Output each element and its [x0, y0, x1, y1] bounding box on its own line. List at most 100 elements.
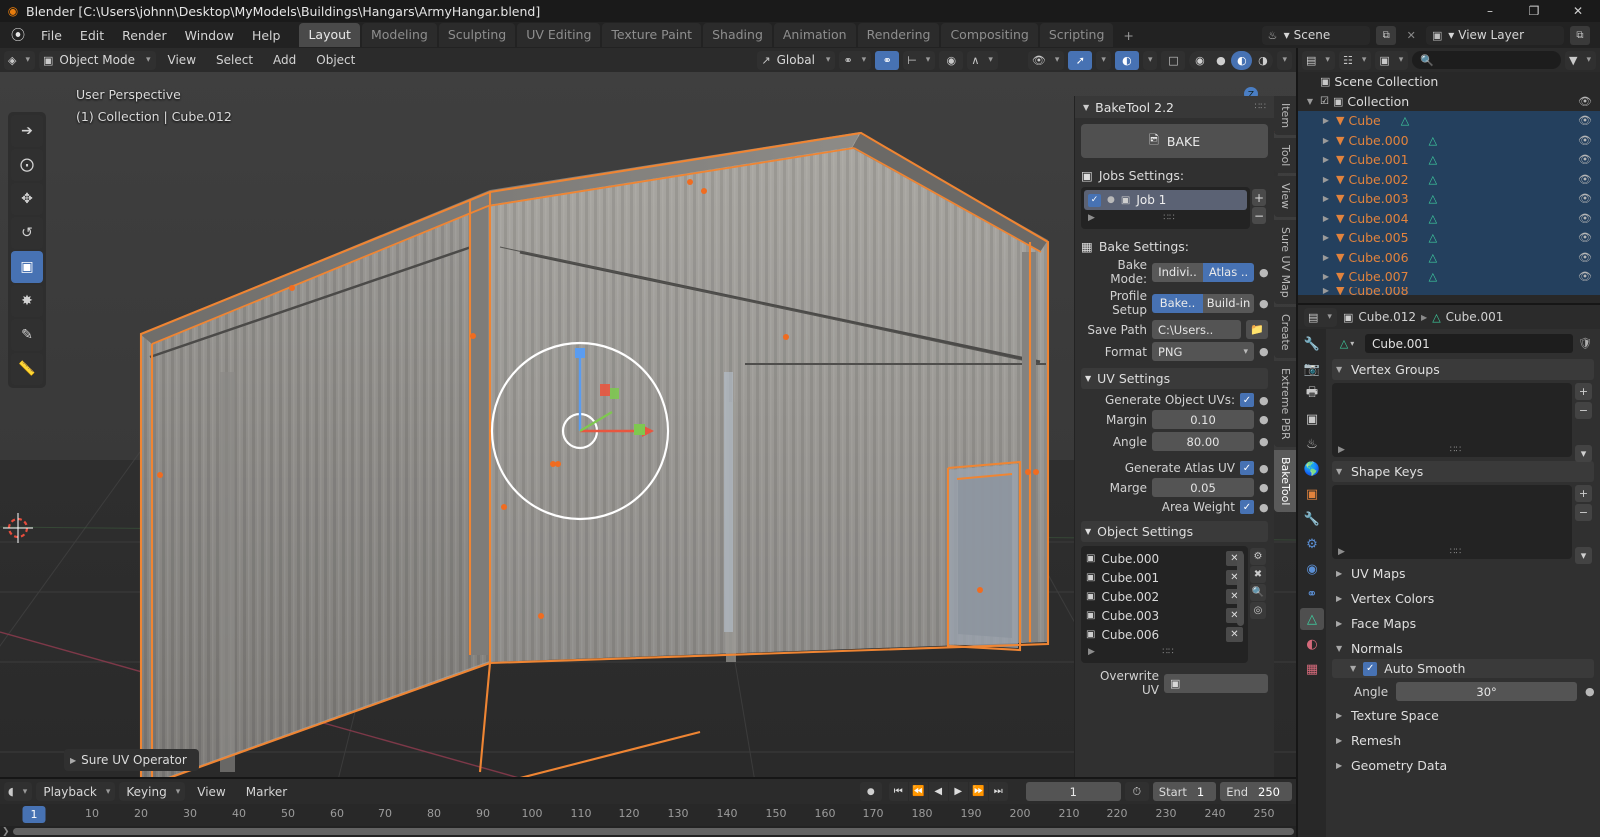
sidebar-tab-create[interactable]: Create	[1274, 307, 1296, 358]
select-from-scene-icon[interactable]: ◎	[1250, 602, 1266, 619]
snap-settings-selector[interactable]: ⊢ ▾	[903, 50, 936, 70]
bake-mode-toggle[interactable]: Indivi.. Atlas ..	[1152, 262, 1254, 282]
mesh-datablock-selector[interactable]: △ ▾	[1332, 334, 1362, 353]
sidebar-tab-item[interactable]: Item	[1274, 96, 1296, 136]
view-layer-properties-icon[interactable]: ▣	[1300, 408, 1324, 430]
menu-window[interactable]: Window	[176, 25, 243, 46]
section-face-maps[interactable]: ▶ Face Maps	[1332, 613, 1594, 634]
eye-icon[interactable]: 👁	[1578, 231, 1592, 244]
viewport-menu-object[interactable]: Object	[308, 51, 363, 69]
expand-arrow-icon[interactable]: ▶	[1088, 213, 1095, 223]
job-enabled-checkbox[interactable]: ✓	[1088, 193, 1101, 207]
annotate-tool-icon[interactable]: ✎	[11, 319, 43, 351]
outliner-editor-type-selector[interactable]: ▤ ▾	[1302, 50, 1335, 70]
section-normals[interactable]: ▼ Normals	[1332, 638, 1594, 659]
add-workspace-button[interactable]: +	[1115, 25, 1141, 46]
expand-arrow-icon[interactable]: ▶	[1320, 175, 1332, 184]
viewport-menu-select[interactable]: Select	[208, 51, 261, 69]
falloff-selector[interactable]: ∧ ▾	[967, 50, 998, 70]
eye-icon[interactable]: 👁	[1578, 212, 1592, 225]
animate-dot-icon[interactable]: ●	[1259, 266, 1269, 279]
play-icon[interactable]: ▶	[948, 782, 968, 801]
frame-start-field[interactable]: Start 1	[1152, 782, 1217, 801]
sidebar-tab-baketool[interactable]: BakeTool	[1274, 449, 1296, 512]
eye-icon[interactable]: 👁	[1578, 153, 1592, 166]
folder-browse-icon[interactable]: 📁	[1246, 320, 1268, 339]
tab-scripting[interactable]: Scripting	[1039, 23, 1114, 47]
triangle-down-icon[interactable]: ▼	[1304, 97, 1316, 106]
expand-arrow-icon[interactable]: ▶	[1338, 445, 1345, 455]
menu-file[interactable]: File	[32, 25, 71, 46]
expand-arrow-icon[interactable]: ▶	[1320, 136, 1332, 145]
animate-dot-icon[interactable]: ●	[1259, 413, 1269, 426]
object-list-scrollbar[interactable]	[1237, 552, 1244, 626]
auto-keying-icon[interactable]: ●	[859, 782, 882, 801]
object-settings-header[interactable]: ▼ Object Settings	[1081, 521, 1268, 542]
outliner-filter-selector[interactable]: ▼ ▾	[1565, 50, 1596, 70]
animate-dot-icon[interactable]: ●	[1259, 481, 1269, 494]
list-item[interactable]: ▣ Cube.006 ✕	[1084, 625, 1245, 644]
tweak-tool-icon[interactable]: ➔	[11, 115, 43, 147]
eye-icon[interactable]: 👁	[1578, 192, 1592, 205]
keying-menu[interactable]: Keying ▾	[119, 782, 186, 801]
clear-list-icon[interactable]: ✖	[1250, 566, 1266, 583]
scale-tool-icon[interactable]: ▣	[11, 251, 43, 283]
minimize-icon[interactable]: –	[1468, 0, 1512, 22]
timeline-ruler[interactable]: 1 10 20 30 40 50 60 70 80 90 100 110 120…	[0, 804, 1296, 826]
jobs-list-footer[interactable]: ▶ ∷∷	[1084, 210, 1247, 226]
visibility-selector[interactable]: 👁 ▾	[1027, 50, 1065, 70]
grip-icon[interactable]: ∷∷	[1450, 445, 1461, 455]
viewport-canvas[interactable]: User Perspective (1) Collection | Cube.0…	[0, 72, 1296, 777]
bake-mode-atlas[interactable]: Atlas ..	[1203, 262, 1254, 282]
constraint-properties-icon[interactable]: ⚭	[1300, 583, 1324, 605]
baketool-panel-header[interactable]: ▼ BakeTool 2.2 ∷∷	[1075, 96, 1274, 118]
outliner-item-cube-008[interactable]: ▶ ▼ Cube.008	[1298, 286, 1600, 295]
expand-arrow-icon[interactable]: ▶	[1320, 287, 1332, 295]
mesh-data-icon[interactable]: △	[1429, 173, 1437, 186]
material-preview-shading-icon[interactable]: ◐	[1231, 50, 1253, 70]
sidebar-tab-extreme-pbr[interactable]: Extreme PBR	[1274, 360, 1296, 447]
vertex-group-specials-icon[interactable]: ▾	[1575, 445, 1592, 462]
vertex-groups-list[interactable]: ▶ ∷∷	[1332, 383, 1572, 457]
eye-icon[interactable]: 👁	[1578, 134, 1592, 147]
snap-magnet-icon[interactable]: ⚭	[875, 50, 900, 70]
mesh-data-icon[interactable]: △	[1429, 231, 1437, 244]
animate-dot-icon[interactable]: ●	[1259, 297, 1269, 310]
expand-arrow-icon[interactable]: ▶	[1320, 194, 1332, 203]
render-properties-icon[interactable]: 📷	[1300, 358, 1324, 380]
shading-settings-selector[interactable]: ▾	[1277, 50, 1292, 70]
menu-render[interactable]: Render	[113, 25, 176, 46]
outliner-collection[interactable]: ▼ ☑ ▣ Collection 👁	[1298, 92, 1600, 112]
xray-toggle-icon[interactable]: □	[1161, 50, 1186, 70]
proportional-edit-icon[interactable]: ◉	[939, 50, 964, 70]
expand-arrow-icon[interactable]: ▶	[1320, 214, 1332, 223]
animate-dot-icon[interactable]: ●	[1259, 345, 1269, 358]
menu-help[interactable]: Help	[243, 25, 290, 46]
breadcrumb-object[interactable]: Cube.012	[1358, 310, 1416, 324]
unlink-scene-icon[interactable]: ✕	[1402, 26, 1420, 45]
eyedropper-icon[interactable]: ⚙	[1250, 548, 1266, 565]
marge-field[interactable]: 0.05	[1152, 478, 1254, 497]
tab-shading[interactable]: Shading	[703, 23, 772, 47]
add-job-button[interactable]: +	[1252, 189, 1266, 206]
bake-mode-individual[interactable]: Indivi..	[1152, 262, 1203, 282]
viewport-menu-view[interactable]: View	[160, 51, 204, 69]
generate-object-uvs-checkbox[interactable]: ✓	[1240, 393, 1254, 407]
shape-key-specials-icon[interactable]: ▾	[1575, 547, 1592, 564]
expand-arrow-icon[interactable]: ▶	[1088, 647, 1095, 657]
grip-icon[interactable]: ∷∷	[1450, 547, 1461, 557]
eye-icon[interactable]: 👁	[1578, 114, 1592, 127]
section-texture-space[interactable]: ▶ Texture Space	[1332, 705, 1594, 726]
eye-icon[interactable]: 👁	[1578, 95, 1592, 108]
scene-properties-icon[interactable]: ♨	[1300, 433, 1324, 455]
timeline-scrollbar[interactable]: ❯	[0, 826, 1296, 837]
list-item[interactable]: ▣ Cube.000 ✕	[1084, 549, 1245, 568]
outliner-item-cube-005[interactable]: ▶ ▼ Cube.005 △ 👁	[1298, 228, 1600, 248]
section-vertex-groups[interactable]: ▼ Vertex Groups	[1332, 359, 1594, 380]
overwrite-uv-field[interactable]: ▣	[1164, 673, 1268, 693]
tab-layout[interactable]: Layout	[299, 23, 360, 47]
sidebar-tab-tool[interactable]: Tool	[1274, 138, 1296, 174]
datablock-name-field[interactable]: Cube.001	[1365, 334, 1573, 353]
mesh-data-icon[interactable]: △	[1401, 114, 1409, 127]
chevron-right-icon[interactable]: ❯	[2, 827, 13, 837]
